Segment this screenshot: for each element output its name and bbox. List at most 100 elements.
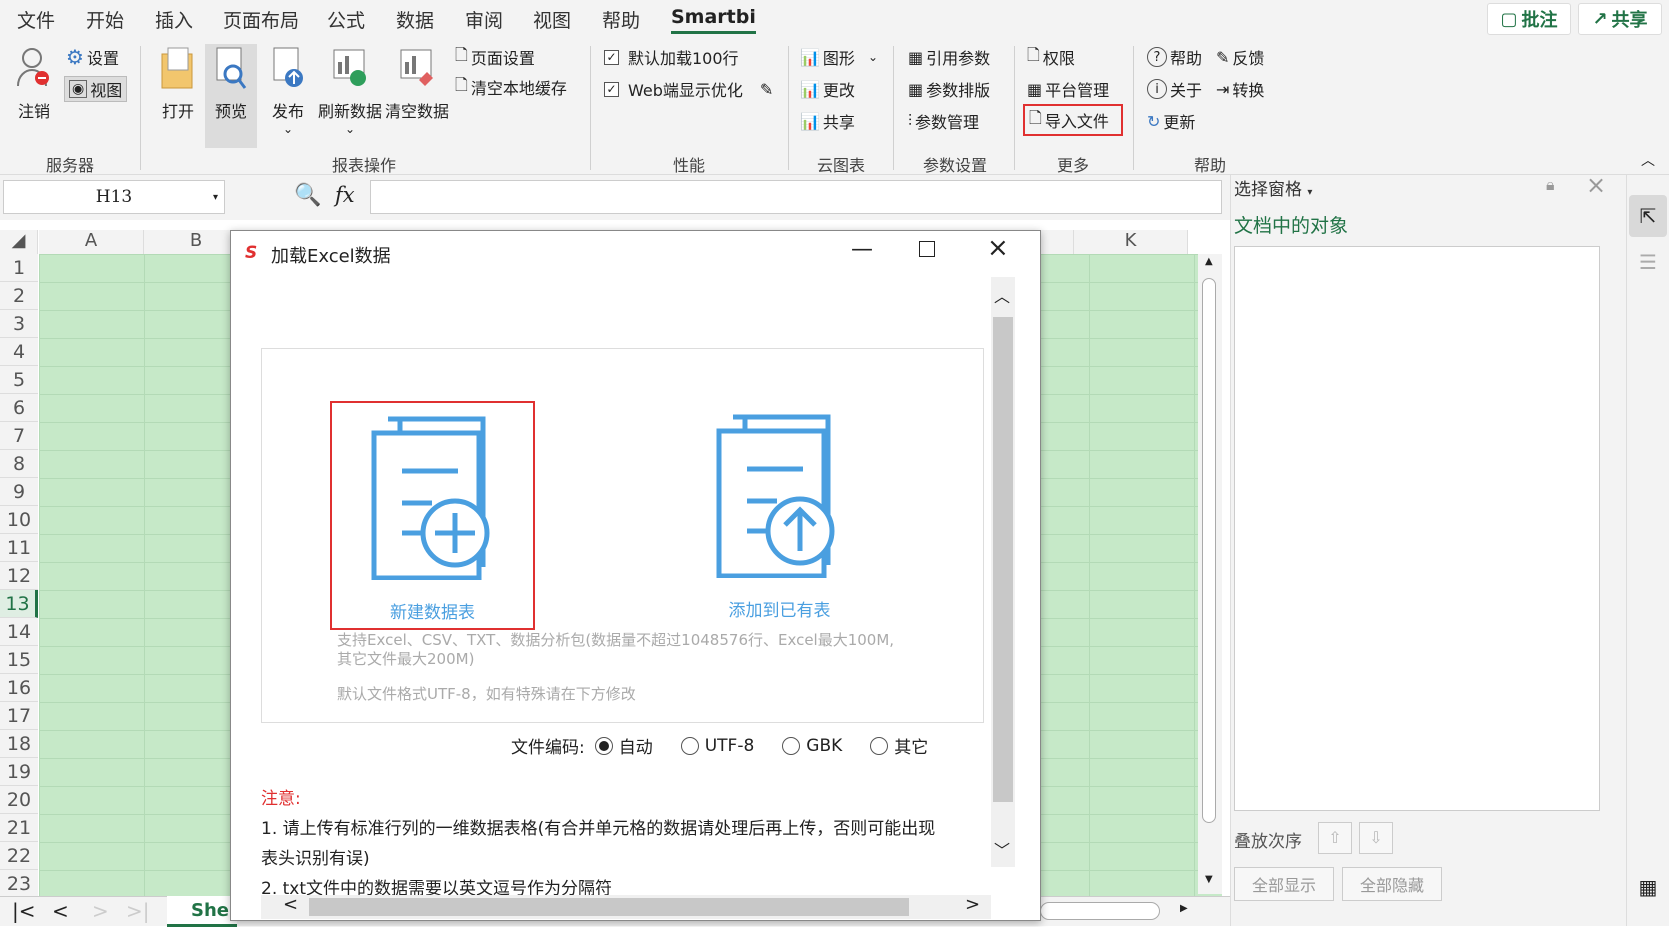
scroll-right-icon[interactable]: > xyxy=(965,894,980,915)
row-header[interactable]: 6 xyxy=(0,394,38,422)
tab-file[interactable]: 文件 xyxy=(17,6,55,33)
close-icon[interactable]: × xyxy=(987,233,1009,263)
last-sheet-icon[interactable]: >| xyxy=(126,899,150,923)
open-button[interactable]: 打开 xyxy=(158,44,198,122)
show-all-button[interactable]: 全部显示 xyxy=(1234,867,1334,901)
comment-button[interactable]: ▢ 批注 xyxy=(1487,3,1571,35)
tab-formulas[interactable]: 公式 xyxy=(327,6,365,33)
publish-button[interactable]: 发布 ⌄ xyxy=(268,44,308,136)
row-header[interactable]: 22 xyxy=(0,842,38,870)
sheet-tab[interactable]: She xyxy=(167,896,237,927)
view-button[interactable]: ◉ 视图 xyxy=(64,76,128,102)
preview-button[interactable]: 预览 xyxy=(205,44,257,148)
row-header[interactable]: 4 xyxy=(0,338,38,366)
pane-title[interactable]: 选择窗格 ▾ xyxy=(1234,175,1312,200)
row-header[interactable]: 16 xyxy=(0,674,38,702)
row-header[interactable]: 21 xyxy=(0,814,38,842)
row-header[interactable]: 13 xyxy=(0,590,38,618)
search-formula-icon[interactable]: 🔍 xyxy=(294,183,321,208)
collapse-ribbon-icon[interactable]: ︿ xyxy=(1641,150,1655,170)
row-header[interactable]: 15 xyxy=(0,646,38,674)
convert-button[interactable]: ⇥ 转换 xyxy=(1216,76,1264,102)
modify-chart-button[interactable]: 📊 更改 xyxy=(800,76,855,102)
hide-all-button[interactable]: 全部隐藏 xyxy=(1342,867,1442,901)
grid-view-button[interactable]: ▦ xyxy=(1633,875,1663,905)
share-chart-button[interactable]: 📊 共享 xyxy=(800,108,855,134)
formula-input[interactable] xyxy=(370,180,1222,214)
logout-button[interactable]: 注销 xyxy=(14,44,54,122)
scroll-up-icon[interactable]: ︿ xyxy=(994,283,1010,307)
feedback-button[interactable]: ✎ 反馈 xyxy=(1216,44,1264,70)
encoding-utf8-radio[interactable]: UTF-8 xyxy=(680,736,754,756)
row-header[interactable]: 7 xyxy=(0,422,38,450)
clear-cache-button[interactable]: 🗋 清空本地缓存 xyxy=(455,74,567,100)
prev-sheet-icon[interactable]: < xyxy=(52,899,69,923)
next-sheet-icon[interactable]: > xyxy=(92,899,109,923)
row-header[interactable]: 17 xyxy=(0,702,38,730)
chart-button[interactable]: 📊 图形 ⌄ xyxy=(800,44,878,70)
tab-page-layout[interactable]: 页面布局 xyxy=(223,6,299,33)
minimize-icon[interactable]: — xyxy=(851,237,873,262)
ref-param-button[interactable]: ▦ 引用参数 xyxy=(908,44,990,70)
row-header[interactable]: 8 xyxy=(0,450,38,478)
lock-icon[interactable]: 🔒︎ xyxy=(1546,175,1555,195)
close-icon[interactable]: × xyxy=(1586,171,1606,199)
load-100-checkbox[interactable]: ✓ 默认加载100行 xyxy=(604,44,739,70)
row-header[interactable]: 5 xyxy=(0,366,38,394)
row-header[interactable]: 19 xyxy=(0,758,38,786)
tab-insert[interactable]: 插入 xyxy=(155,6,193,33)
update-button[interactable]: ↻ 更新 xyxy=(1147,108,1195,134)
add-existing-option[interactable]: 添加到已有表 xyxy=(677,401,882,630)
tab-view[interactable]: 视图 xyxy=(533,6,571,33)
scroll-down-icon[interactable]: ▼ xyxy=(1205,874,1213,885)
row-header[interactable]: 23 xyxy=(0,870,38,898)
tab-home[interactable]: 开始 xyxy=(86,6,124,33)
row-header[interactable]: 3 xyxy=(0,310,38,338)
row-header[interactable]: 12 xyxy=(0,562,38,590)
permission-button[interactable]: 🗋 权限 xyxy=(1027,44,1075,70)
scroll-thumb[interactable] xyxy=(1202,278,1216,823)
platform-manage-button[interactable]: ▦ 平台管理 xyxy=(1027,76,1109,102)
scroll-left-icon[interactable]: < xyxy=(283,894,298,915)
scroll-up-icon[interactable]: ▲ xyxy=(1205,256,1213,267)
adjust-tool-button[interactable]: ☰ xyxy=(1633,250,1663,280)
vertical-scrollbar[interactable]: ▲ ▼ xyxy=(1198,254,1222,894)
fx-icon[interactable]: fx xyxy=(335,183,355,207)
refresh-data-button[interactable]: 刷新数据 ⌄ xyxy=(318,44,382,136)
row-header[interactable]: 14 xyxy=(0,618,38,646)
dialog-hscroll-thumb[interactable] xyxy=(309,898,909,916)
row-header[interactable]: 11 xyxy=(0,534,38,562)
about-button[interactable]: i 关于 xyxy=(1147,76,1202,102)
dialog-vertical-scrollbar[interactable]: ︿ ﹀ xyxy=(991,277,1015,867)
row-header[interactable]: 1 xyxy=(0,254,38,282)
tab-review[interactable]: 审阅 xyxy=(465,6,503,33)
select-all-corner[interactable]: ◢ xyxy=(0,230,38,254)
column-header-a[interactable]: A xyxy=(39,230,144,254)
settings-button[interactable]: ⚙ 设置 xyxy=(66,44,119,70)
bring-forward-button[interactable]: ⇧ xyxy=(1318,822,1352,854)
encoding-auto-radio[interactable]: 自动 xyxy=(594,733,653,758)
web-optimize-checkbox[interactable]: ✓ Web端显示优化 ✎ xyxy=(604,76,773,102)
share-button[interactable]: ↗ 共享 xyxy=(1578,3,1662,35)
tab-smartbi[interactable]: Smartbi xyxy=(671,6,756,34)
row-header[interactable]: 2 xyxy=(0,282,38,310)
row-header[interactable]: 20 xyxy=(0,786,38,814)
column-header-k[interactable]: K xyxy=(1074,230,1188,254)
encoding-gbk-radio[interactable]: GBK xyxy=(782,736,842,756)
help-button[interactable]: ? 帮助 xyxy=(1147,44,1202,70)
param-manage-button[interactable]: ⫶ 参数管理 xyxy=(908,108,979,134)
maximize-icon[interactable] xyxy=(919,241,935,257)
dialog-scroll-thumb[interactable] xyxy=(993,317,1013,802)
first-sheet-icon[interactable]: |< xyxy=(12,899,36,923)
row-header[interactable]: 10 xyxy=(0,506,38,534)
object-list[interactable] xyxy=(1234,246,1600,811)
tab-data[interactable]: 数据 xyxy=(396,6,434,33)
dialog-horizontal-scrollbar[interactable]: < > xyxy=(261,894,991,919)
import-file-button[interactable]: 🗋 导入文件 xyxy=(1023,104,1123,136)
scroll-down-icon[interactable]: ﹀ xyxy=(994,837,1010,861)
param-layout-button[interactable]: ▦ 参数排版 xyxy=(908,76,990,102)
horizontal-scrollbar[interactable] xyxy=(1040,902,1160,920)
selection-tool-button[interactable]: ⇱ xyxy=(1629,195,1667,237)
encoding-other-radio[interactable]: 其它 xyxy=(870,733,928,758)
name-box[interactable]: H13 ▾ xyxy=(3,180,225,214)
